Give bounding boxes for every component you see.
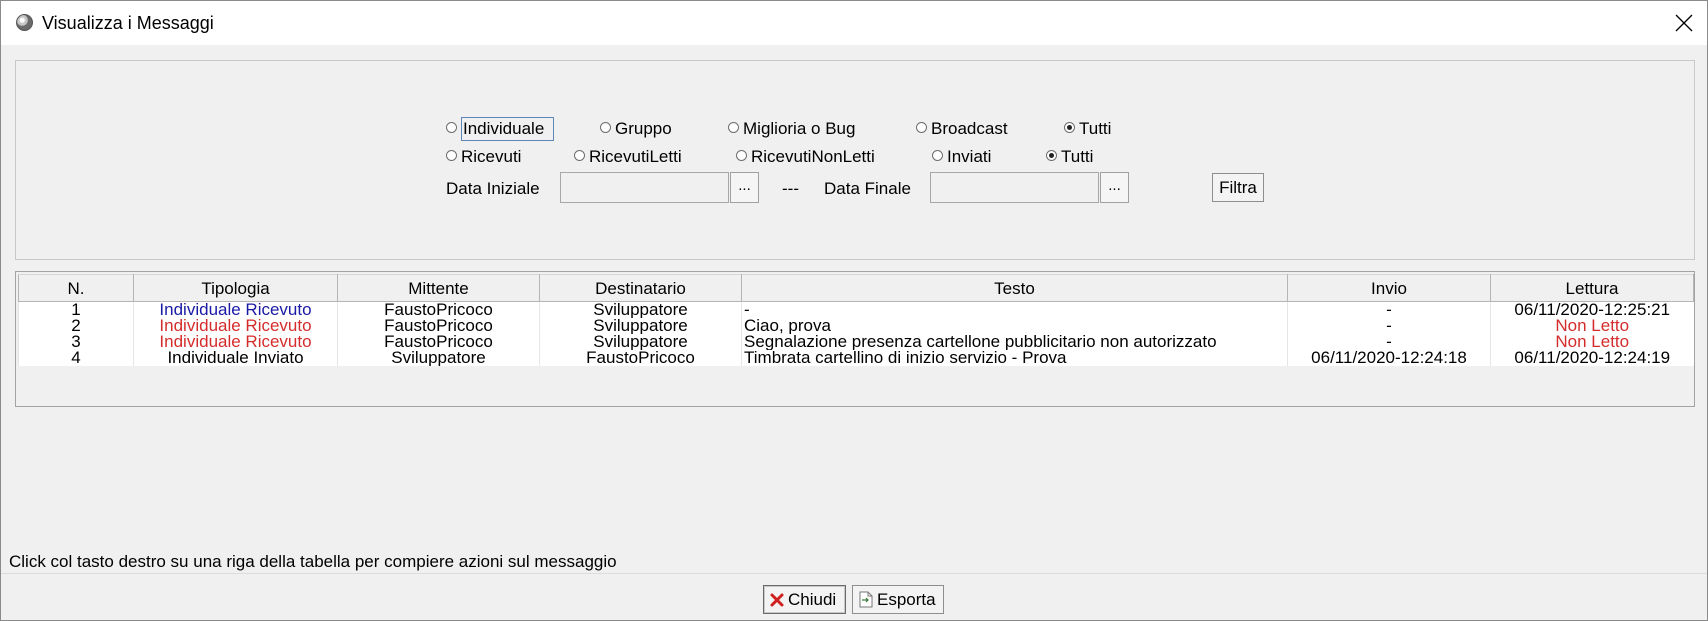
column-header-n[interactable]: N. [18,274,134,302]
cell-invio: - [1287,318,1491,334]
date-separator: --- [782,179,799,198]
cell-testo: Segnalazione presenza cartellone pubblic… [741,334,1288,350]
messages-table-panel: N. Tipologia Mittente Destinatario Testo… [15,271,1695,407]
data-iniziale-label: Data Iniziale [446,179,540,198]
radio-direzione-tutti[interactable]: Tutti [1046,145,1093,169]
radio-dot [736,149,747,161]
radio-ricevuti-letti[interactable]: RicevutiLetti [574,145,682,169]
messages-window: Visualizza i Messaggi Individuale Gruppo… [0,0,1708,621]
radio-label: Broadcast [931,119,1008,138]
radio-dot [932,149,943,161]
radio-dot-checked [1046,149,1057,161]
app-globe-icon [16,14,33,31]
footer-divider [1,573,1707,574]
messages-table: N. Tipologia Mittente Destinatario Testo… [18,274,1694,366]
window-title: Visualizza i Messaggi [42,13,214,33]
radio-ricevuti[interactable]: Ricevuti [446,145,521,169]
cell-n: 4 [18,350,134,366]
cell-mittente: FaustoPricoco [337,301,540,318]
data-iniziale-input[interactable] [560,172,729,203]
column-header-lettura[interactable]: Lettura [1490,274,1694,302]
table-row[interactable]: 1 Individuale Ricevuto FaustoPricoco Svi… [18,301,1694,318]
radio-tipologia-tutti[interactable]: Tutti [1064,117,1111,141]
table-row[interactable]: 4 Individuale Inviato Sviluppatore Faust… [18,350,1694,366]
cell-destinatario: Sviluppatore [539,318,742,334]
document-export-icon [859,591,873,608]
tipologia-radio-group: Individuale Gruppo Miglioria o Bug Broad… [16,117,1694,141]
radio-dot [600,121,611,133]
radio-label: Individuale [461,117,555,141]
radio-dot [728,121,739,133]
table-hint-text: Click col tasto destro su una riga della… [9,552,617,571]
close-icon [1675,14,1693,32]
table-row[interactable]: 3 Individuale Ricevuto FaustoPricoco Svi… [18,334,1694,350]
cell-n: 3 [18,334,134,350]
red-x-icon [770,593,784,607]
radio-miglioria-bug[interactable]: Miglioria o Bug [728,117,855,141]
cell-mittente: FaustoPricoco [337,334,540,350]
chiudi-label: Chiudi [788,589,837,609]
cell-testo: Timbrata cartellino di inizio servizio -… [741,350,1288,366]
filter-panel: Individuale Gruppo Miglioria o Bug Broad… [15,60,1695,260]
table-row[interactable]: 2 Individuale Ricevuto FaustoPricoco Svi… [18,318,1694,334]
cell-lettura: Non Letto [1490,318,1694,334]
radio-label: RicevutiNonLetti [751,147,875,166]
radio-broadcast[interactable]: Broadcast [916,117,1008,141]
title-bar: Visualizza i Messaggi [1,1,1707,45]
column-header-destinatario[interactable]: Destinatario [539,274,742,302]
data-iniziale-picker-button[interactable]: ... [730,172,759,203]
esporta-button[interactable]: Esporta [852,585,944,614]
cell-invio: - [1287,334,1491,350]
chiudi-button[interactable]: Chiudi [763,585,846,614]
column-header-mittente[interactable]: Mittente [337,274,540,302]
radio-gruppo[interactable]: Gruppo [600,117,672,141]
radio-dot [916,121,927,133]
radio-dot [574,149,585,161]
column-header-tipologia[interactable]: Tipologia [133,274,338,302]
cell-testo: - [741,301,1288,318]
esporta-label: Esporta [877,589,936,609]
cell-tipologia: Individuale Ricevuto [133,334,338,350]
radio-label: Miglioria o Bug [743,119,856,138]
radio-label: Tutti [1061,147,1094,166]
cell-tipologia: Individuale Inviato [133,350,338,366]
radio-individuale[interactable]: Individuale [446,117,555,141]
radio-label: Tutti [1079,119,1112,138]
data-finale-label: Data Finale [824,179,911,198]
radio-label: RicevutiLetti [589,147,682,166]
table-header-row: N. Tipologia Mittente Destinatario Testo… [18,274,1694,302]
radio-dot [446,149,457,161]
cell-destinatario: Sviluppatore [539,334,742,350]
cell-destinatario: FaustoPricoco [539,350,742,366]
radio-label: Inviati [947,147,992,166]
radio-label: Ricevuti [461,147,522,166]
filtra-button[interactable]: Filtra [1212,173,1264,202]
radio-ricevuti-non-letti[interactable]: RicevutiNonLetti [736,145,875,169]
cell-destinatario: Sviluppatore [539,301,742,318]
direzione-radio-group: Ricevuti RicevutiLetti RicevutiNonLetti … [16,145,1694,169]
radio-inviati[interactable]: Inviati [932,145,991,169]
cell-lettura: 06/11/2020-12:25:21 [1490,301,1694,318]
cell-invio: - [1287,301,1491,318]
cell-lettura: 06/11/2020-12:24:19 [1490,350,1694,366]
radio-dot [446,121,457,133]
radio-dot-checked [1064,121,1075,133]
radio-label: Gruppo [615,119,672,138]
cell-n: 1 [18,301,134,318]
column-header-invio[interactable]: Invio [1287,274,1491,302]
cell-mittente: FaustoPricoco [337,318,540,334]
cell-testo: Ciao, prova [741,318,1288,334]
column-header-testo[interactable]: Testo [741,274,1288,302]
data-finale-input[interactable] [930,172,1099,203]
cell-mittente: Sviluppatore [337,350,540,366]
data-finale-picker-button[interactable]: ... [1100,172,1129,203]
cell-tipologia: Individuale Ricevuto [133,318,338,334]
cell-n: 2 [18,318,134,334]
cell-tipologia: Individuale Ricevuto [133,301,338,318]
cell-invio: 06/11/2020-12:24:18 [1287,350,1491,366]
cell-lettura: Non Letto [1490,334,1694,350]
close-window-button[interactable] [1661,1,1707,45]
